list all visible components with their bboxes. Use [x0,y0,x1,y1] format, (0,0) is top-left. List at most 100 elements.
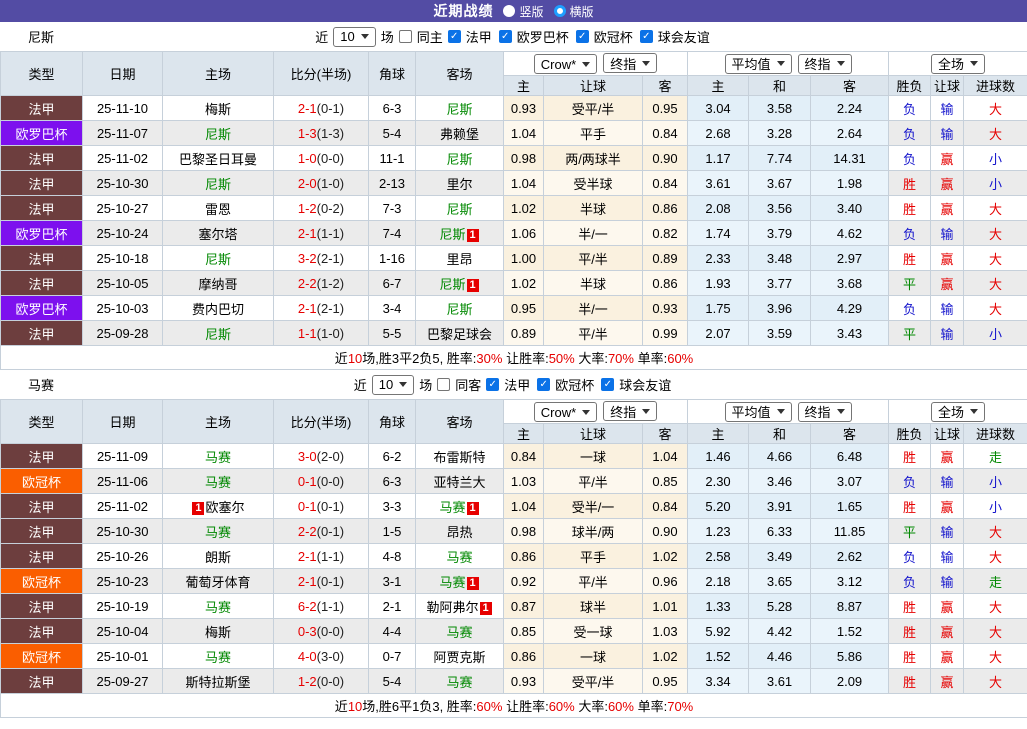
league-checkbox[interactable]: ✓ [498,30,512,43]
asian-result-cell: 赢 [930,493,965,519]
team-link[interactable]: 尼斯 [446,102,472,117]
chevron-down-icon [970,409,979,414]
team-link[interactable]: 梅斯 [205,625,231,640]
handicap-line: 平手 [543,543,643,569]
avg-draw-odds: 3.77 [748,270,812,296]
corner-cell: 3-3 [368,493,416,519]
team-link[interactable]: 马赛 [446,550,472,565]
bookmaker-select[interactable]: Crow* [533,402,598,422]
result-cell: 负 [888,95,932,121]
recent-count-select[interactable]: 10 [371,374,415,395]
matches-table-marseille: 类型 日期 主场 比分(半场) 角球 客场 Crow* 终指 平均值 终指 全场 主… [0,399,1027,718]
team-link[interactable]: 马赛 [439,500,465,515]
avg-away-odds: 2.24 [810,95,890,121]
team-link[interactable]: 布雷斯特 [433,450,485,465]
same-venue-checkbox[interactable] [437,378,451,391]
layout-option-vertical[interactable]: 竖版 [503,3,544,20]
away-team-cell: 阿贾克斯 [415,643,504,669]
summary-segment: 10 [347,351,363,366]
table-row: 欧罗巴杯 25-10-03 费内巴切 2-1(2-1) 3-4 尼斯 0.95 半/一 0.93… [0,295,1027,321]
average-select[interactable]: 平均值 [724,53,792,74]
goals-result-cell: 走 [963,443,1027,469]
corner-cell: 2-13 [368,170,416,196]
team-link[interactable]: 摩纳哥 [198,277,237,292]
league-label: 欧冠杯 [593,30,633,45]
league-checkbox[interactable]: ✓ [486,378,500,391]
same-venue-checkbox[interactable] [398,30,412,43]
team-link[interactable]: 朗斯 [205,550,231,565]
corner-cell: 1-16 [368,245,416,271]
team-link[interactable]: 费内巴切 [192,302,244,317]
odds-type-select[interactable]: 终指 [603,53,658,73]
goals-result-cell: 小 [963,493,1027,519]
team-link[interactable]: 亚特兰大 [433,475,485,490]
team-link[interactable]: 弗赖堡 [440,127,479,142]
team-link[interactable]: 马赛 [205,450,231,465]
league-checkbox[interactable]: ✓ [575,30,589,43]
avg-draw-odds: 3.67 [748,170,812,196]
league-checkbox[interactable]: ✓ [639,30,653,43]
matches-table-nice: 类型 日期 主场 比分(半场) 角球 客场 Crow* 终指 平均值 终指 全场 主… [0,51,1027,370]
home-team-cell: 巴黎圣日耳曼 [162,145,274,171]
average-select[interactable]: 平均值 [724,401,792,422]
radio-icon[interactable] [503,5,516,17]
radio-checked-icon[interactable] [553,5,566,17]
league-checkbox[interactable]: ✓ [447,30,461,43]
average-odds-type-select[interactable]: 终指 [797,53,852,74]
team-link[interactable]: 尼斯 [205,127,231,142]
avg-draw-odds: 6.33 [748,518,812,544]
red-card-badge: 1 [192,501,205,515]
team-link[interactable]: 马赛 [446,625,472,640]
team-link[interactable]: 尼斯 [205,252,231,267]
team-link[interactable]: 尼斯 [446,152,472,167]
team-link[interactable]: 勒阿弗尔 [426,600,478,615]
team-link[interactable]: 雷恩 [205,202,231,217]
layout-option-horizontal[interactable]: 横版 [553,3,594,20]
corner-cell: 6-3 [368,468,416,494]
team-link[interactable]: 巴黎圣日耳曼 [179,152,257,167]
away-team-cell: 勒阿弗尔 1 [415,593,504,619]
away-team-cell: 巴黎足球会 [415,320,504,346]
avg-home-odds: 1.75 [687,295,750,321]
team-link[interactable]: 尼斯 [205,177,231,192]
team-link[interactable]: 葡萄牙体育 [185,575,250,590]
sub-header: 主 [503,423,544,444]
avg-home-odds: 2.30 [687,468,750,494]
team-link[interactable]: 尼斯 [446,202,472,217]
team-link[interactable]: 欧塞尔 [205,500,244,515]
team-link[interactable]: 巴黎足球会 [427,327,492,342]
recent-count-select[interactable]: 10 [333,26,376,47]
goals-result-cell: 小 [963,170,1027,196]
bookmaker-select[interactable]: Crow* [533,54,598,74]
team-link[interactable]: 塞尔塔 [198,227,237,242]
filter-bar: 近 10 场 同主 ✓ 法甲 ✓ 欧罗巴杯 ✓ 欧冠杯 ✓ 球会友谊 [315,26,712,47]
scope-select[interactable]: 全场 [931,401,986,422]
team-link[interactable]: 马赛 [205,475,231,490]
avg-draw-odds: 4.66 [748,443,812,469]
team-link[interactable]: 阿贾克斯 [433,650,485,665]
table-row: 法甲 25-10-30 马赛 2-2(0-1) 1-5 昂热 0.98 球半/两 0.90 1.2… [0,518,1027,544]
team-link[interactable]: 马赛 [205,650,231,665]
team-link[interactable]: 尼斯 [439,277,465,292]
home-team-cell: 摩纳哥 [162,270,274,296]
odds-type-select[interactable]: 终指 [603,401,658,421]
team-link[interactable]: 里尔 [446,177,472,192]
scope-select[interactable]: 全场 [931,53,986,74]
team-link[interactable]: 马赛 [205,600,231,615]
team-link[interactable]: 尼斯 [205,327,231,342]
team-link[interactable]: 尼斯 [446,302,472,317]
team-link[interactable]: 马赛 [205,525,231,540]
avg-draw-odds: 3.58 [748,95,812,121]
team-link[interactable]: 梅斯 [205,102,231,117]
handicap-away-odds: 0.84 [641,170,689,196]
goals-result-cell: 大 [963,245,1027,271]
team-link[interactable]: 斯特拉斯堡 [185,675,250,690]
league-checkbox[interactable]: ✓ [601,378,615,391]
team-link[interactable]: 尼斯 [439,227,465,242]
team-link[interactable]: 里昂 [446,252,472,267]
team-link[interactable]: 马赛 [439,575,465,590]
average-odds-type-select[interactable]: 终指 [797,401,852,422]
league-checkbox[interactable]: ✓ [537,378,551,391]
team-link[interactable]: 昂热 [446,525,472,540]
team-link[interactable]: 马赛 [446,675,472,690]
